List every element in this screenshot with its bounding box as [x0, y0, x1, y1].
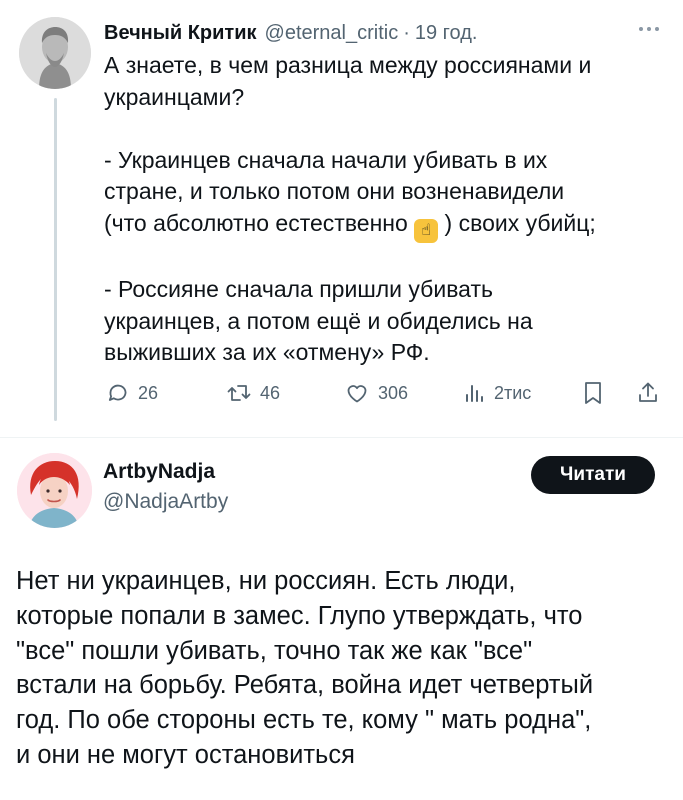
- share-icon: [639, 382, 657, 402]
- reply-button[interactable]: 26: [106, 378, 158, 408]
- repost-icon: [227, 385, 251, 401]
- thread-line: [54, 98, 57, 421]
- tweet-actions: 26 46 306 2тис: [104, 378, 664, 408]
- tweet-header: Вечный Критик @eternal_critic · 19 год.: [104, 18, 665, 48]
- tweet-line: украинцев, а потом ещё и обиделись на: [104, 307, 533, 334]
- heart-icon: [347, 385, 367, 403]
- tweet-line-part: (что абсолютно естественно: [104, 209, 415, 236]
- views-count: 2тис: [494, 382, 532, 403]
- views-icon: [466, 385, 483, 402]
- tweet-line: - Россияне сначала пришли убивать: [104, 276, 493, 302]
- tweet-line: год. По обе стороны есть те, кому " мать…: [16, 706, 592, 735]
- tweet-line: украинцами?: [104, 83, 245, 110]
- avatar[interactable]: [17, 453, 92, 528]
- separator-dot: ·: [403, 21, 410, 44]
- bookmark-button[interactable]: [582, 378, 604, 408]
- tweet-text: Нет ни украинцев, ни россиян. Есть люди,…: [16, 564, 676, 773]
- reply-count: 26: [138, 382, 159, 403]
- reply-icon: [108, 384, 127, 401]
- author-handle[interactable]: @NadjaArtby: [103, 490, 228, 514]
- tweet-line: Нет ни украинцев, ни россиян. Есть люди,: [16, 567, 516, 595]
- tweet-line: встали на борьбу. Ребята, война идет чет…: [16, 671, 594, 700]
- tweet-line: "все" пошли убивать, точно так же как "в…: [16, 636, 533, 665]
- repost-button[interactable]: 46: [226, 378, 280, 408]
- tweet-line: А знаете, в чем разница между россиянами…: [104, 52, 592, 78]
- tweet-line: стране, и только потом они возненавидели: [104, 178, 565, 204]
- like-button[interactable]: 306: [344, 378, 408, 408]
- author-name[interactable]: ArtbyNadja: [103, 460, 215, 484]
- like-count: 306: [378, 382, 409, 403]
- tweet-line-part: ) своих убийц;: [438, 209, 596, 236]
- tweet-line: выживших за их «отмену» РФ.: [104, 339, 430, 365]
- bookmark-icon: [585, 382, 601, 404]
- repost-count: 46: [260, 382, 281, 403]
- author-handle[interactable]: @eternal_critic: [265, 22, 399, 45]
- follow-button[interactable]: Читати: [531, 456, 655, 494]
- tweet-line: и они не могут остановиться: [16, 740, 355, 769]
- author-name[interactable]: Вечный Критик: [104, 22, 257, 45]
- pointing-up-emoji: ☝: [414, 218, 439, 243]
- tweet-line: которые попали в замес. Глупо утверждать…: [16, 601, 583, 630]
- divider: [0, 437, 683, 438]
- avatar[interactable]: [19, 17, 91, 89]
- share-button[interactable]: [636, 378, 660, 408]
- more-dots-icon[interactable]: [639, 24, 663, 34]
- views-button[interactable]: 2тис: [462, 378, 531, 408]
- tweet-line: - Украинцев сначала начали убивать в их: [104, 146, 548, 173]
- tweet-text: А знаете, в чем разница между россиянами…: [104, 50, 664, 369]
- tweet-line-with-emoji: (что абсолютно естественно ☝ ) своих уби…: [104, 208, 664, 243]
- timestamp[interactable]: 19 год.: [415, 22, 478, 45]
